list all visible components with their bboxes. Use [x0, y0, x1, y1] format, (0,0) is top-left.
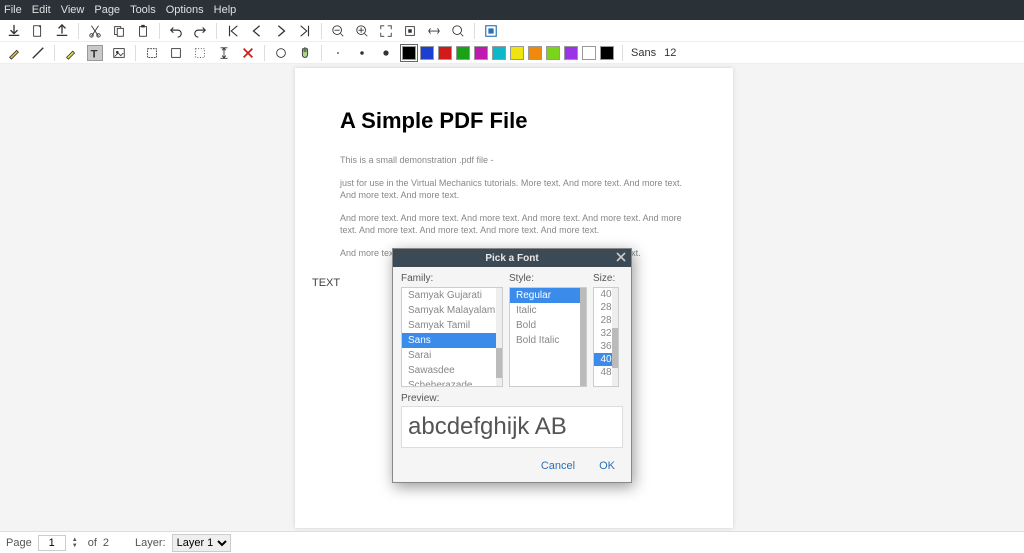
- hand-tool-icon[interactable]: [297, 45, 313, 61]
- cut-icon[interactable]: [87, 23, 103, 39]
- select-tool-icon[interactable]: [144, 45, 160, 61]
- color-swatch[interactable]: [600, 46, 614, 60]
- dialog-titlebar[interactable]: Pick a Font: [393, 249, 631, 267]
- menu-view[interactable]: View: [61, 4, 85, 16]
- size-label: Size:: [593, 273, 619, 284]
- layer-label: Layer:: [135, 537, 166, 549]
- svg-text:T: T: [91, 48, 98, 60]
- page-number-input[interactable]: [38, 535, 66, 551]
- list-item[interactable]: Samyak Gujarati: [402, 288, 502, 303]
- rect-select-icon[interactable]: [168, 45, 184, 61]
- preview-label: Preview:: [401, 393, 623, 404]
- undo-icon[interactable]: [168, 23, 184, 39]
- zoom-reset-icon[interactable]: [450, 23, 466, 39]
- list-item[interactable]: Sarai: [402, 348, 502, 363]
- delete-tool-icon[interactable]: [240, 45, 256, 61]
- image-tool-icon[interactable]: [111, 45, 127, 61]
- color-swatch[interactable]: [402, 46, 416, 60]
- export-icon[interactable]: [54, 23, 70, 39]
- menu-tools[interactable]: Tools: [130, 4, 156, 16]
- list-item[interactable]: Bold: [510, 318, 586, 333]
- paste-icon[interactable]: [135, 23, 151, 39]
- color-swatch[interactable]: [474, 46, 488, 60]
- color-swatch[interactable]: [456, 46, 470, 60]
- color-swatch[interactable]: [546, 46, 560, 60]
- list-item[interactable]: Samyak Tamil: [402, 318, 502, 333]
- list-item[interactable]: Samyak Malayalam: [402, 303, 502, 318]
- stroke-weight-3-icon[interactable]: [378, 45, 394, 61]
- new-page-icon[interactable]: [30, 23, 46, 39]
- page-paragraph: just for use in the Virtual Mechanics tu…: [340, 177, 688, 202]
- cancel-button[interactable]: Cancel: [541, 460, 575, 472]
- first-page-icon[interactable]: [225, 23, 241, 39]
- highlighter-tool-icon[interactable]: [63, 45, 79, 61]
- of-label: of: [88, 537, 97, 549]
- fullscreen-icon[interactable]: [378, 23, 394, 39]
- stroke-weight-2-icon[interactable]: [354, 45, 370, 61]
- color-swatch[interactable]: [510, 46, 524, 60]
- list-item[interactable]: Sawasdee: [402, 363, 502, 378]
- pen-tool-icon[interactable]: [6, 45, 22, 61]
- line-tool-icon[interactable]: [30, 45, 46, 61]
- menu-options[interactable]: Options: [166, 4, 204, 16]
- font-dialog: Pick a Font Family: Samyak GujaratiSamya…: [392, 248, 632, 483]
- last-page-icon[interactable]: [297, 23, 313, 39]
- status-bar: Page ▲ ▼ of 2 Layer: Layer 1: [0, 531, 1024, 553]
- list-item[interactable]: Sans: [402, 333, 502, 348]
- menu-file[interactable]: File: [4, 4, 22, 16]
- font-size-button[interactable]: 12: [664, 47, 676, 59]
- prev-page-icon[interactable]: [249, 23, 265, 39]
- family-label: Family:: [401, 273, 503, 284]
- zoom-out-icon[interactable]: [330, 23, 346, 39]
- color-swatch[interactable]: [528, 46, 542, 60]
- toolbar-main: [0, 20, 1024, 42]
- list-item[interactable]: Regular: [510, 288, 586, 303]
- menu-help[interactable]: Help: [214, 4, 237, 16]
- vertical-space-icon[interactable]: [216, 45, 232, 61]
- list-item[interactable]: Scheherazade: [402, 378, 502, 387]
- color-swatch[interactable]: [438, 46, 452, 60]
- menu-edit[interactable]: Edit: [32, 4, 51, 16]
- page-label: Page: [6, 537, 32, 549]
- size-listbox[interactable]: 40282832364048: [593, 287, 619, 387]
- color-swatch[interactable]: [420, 46, 434, 60]
- style-listbox[interactable]: RegularItalicBoldBold Italic: [509, 287, 587, 387]
- color-swatch[interactable]: [564, 46, 578, 60]
- redo-icon[interactable]: [192, 23, 208, 39]
- page-paragraph: This is a small demonstration .pdf file …: [340, 154, 688, 167]
- save-icon[interactable]: [6, 23, 22, 39]
- page-total: 2: [103, 537, 109, 549]
- canvas-area[interactable]: A Simple PDF File This is a small demons…: [0, 64, 1024, 531]
- list-item[interactable]: Bold Italic: [510, 333, 586, 348]
- text-tool-icon[interactable]: T: [87, 45, 103, 61]
- menu-bar: File Edit View Page Tools Options Help: [0, 0, 1024, 20]
- toolbar-drawing: T Sans 12: [0, 42, 1024, 64]
- zoom-in-icon[interactable]: [354, 23, 370, 39]
- dialog-title-text: Pick a Font: [485, 253, 538, 264]
- next-page-icon[interactable]: [273, 23, 289, 39]
- properties-icon[interactable]: [483, 23, 499, 39]
- color-swatch[interactable]: [582, 46, 596, 60]
- close-icon[interactable]: [615, 251, 627, 263]
- preview-box: abcdefghijk AB: [401, 406, 623, 448]
- text-object[interactable]: TEXT: [312, 277, 340, 289]
- object-select-icon[interactable]: [192, 45, 208, 61]
- style-label: Style:: [509, 273, 587, 284]
- font-name-button[interactable]: Sans: [631, 47, 656, 59]
- family-listbox[interactable]: Samyak GujaratiSamyak MalayalamSamyak Ta…: [401, 287, 503, 387]
- page-paragraph: And more text. And more text. And more t…: [340, 212, 688, 237]
- color-swatch[interactable]: [492, 46, 506, 60]
- copy-icon[interactable]: [111, 23, 127, 39]
- fit-page-icon[interactable]: [402, 23, 418, 39]
- ok-button[interactable]: OK: [599, 460, 615, 472]
- menu-page[interactable]: Page: [94, 4, 120, 16]
- stroke-weight-1-icon[interactable]: [330, 45, 346, 61]
- list-item[interactable]: Italic: [510, 303, 586, 318]
- fit-width-icon[interactable]: [426, 23, 442, 39]
- page-down-icon[interactable]: ▼: [72, 543, 80, 549]
- layer-select[interactable]: Layer 1: [172, 534, 231, 552]
- page-title: A Simple PDF File: [340, 108, 688, 134]
- shape-tool-icon[interactable]: [273, 45, 289, 61]
